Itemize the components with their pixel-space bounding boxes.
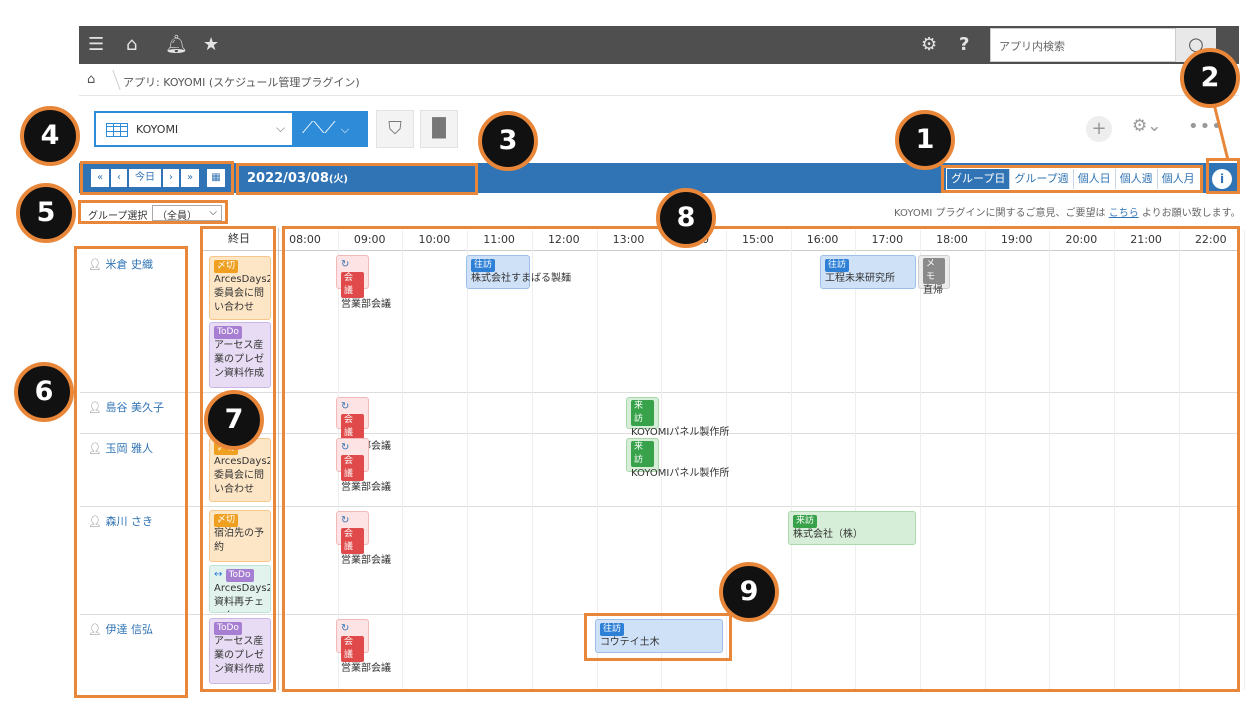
filter-icon[interactable]: ⛉ [376, 110, 414, 148]
search-input[interactable]: アプリ内検索 [990, 28, 1176, 62]
annotation-box-date [236, 163, 478, 195]
add-record-button[interactable]: + [1086, 116, 1112, 142]
view-name: KOYOMI [136, 123, 179, 136]
annotation-badge-6: 6 [14, 362, 74, 422]
settings-gear-icon[interactable]: ⚙⌄ [1132, 116, 1162, 142]
feedback-pre: KOYOMI プラグインに関するご意見、ご要望は [894, 208, 1109, 219]
bar-chart-icon[interactable]: ▐▌ [420, 110, 458, 148]
hour-gridline [1244, 230, 1245, 690]
annotation-badge-5: 5 [16, 183, 76, 243]
annotation-badge-4: 4 [20, 106, 80, 166]
annotation-badge-8: 8 [656, 188, 716, 248]
star-icon[interactable]: ★ [203, 34, 219, 56]
more-icon[interactable]: ••• [1188, 116, 1222, 142]
allday-divider [278, 228, 279, 690]
breadcrumb-separator [105, 70, 121, 90]
top-bar: ☰ ⌂ 🔔︎ ★ ⚙ ? アプリ内検索 ○ [79, 26, 1239, 64]
graph-view-button[interactable]: ⟋⟍⟋ ⌵ [294, 111, 368, 147]
menu-icon[interactable]: ☰ [88, 34, 104, 56]
feedback-post: よりお願い致します。 [1138, 208, 1241, 219]
annotation-box-group [78, 200, 228, 224]
table-icon [106, 123, 128, 137]
annotation-box-nav [80, 161, 234, 195]
line-graph-icon: ⟋⟍⟋ [302, 118, 336, 137]
gear-icon[interactable]: ⚙ [921, 34, 937, 56]
annotation-badge-7: 7 [204, 390, 264, 450]
annotation-badge-1: 1 [895, 110, 955, 170]
home-icon[interactable]: ⌂ [87, 72, 95, 87]
breadcrumb: ⌂ アプリ: KOYOMI (スケジュール管理プラグイン) [79, 66, 1239, 96]
annotation-box-event [584, 613, 732, 661]
view-selector[interactable]: KOYOMI ⌵ [94, 111, 294, 147]
annotation-box-allday [200, 226, 276, 692]
annotation-badge-2: 2 [1180, 48, 1240, 108]
chevron-down-icon: ⌵ [340, 123, 350, 136]
annotation-box-people [74, 246, 188, 698]
help-icon[interactable]: ? [959, 34, 969, 56]
annotation-badge-3: 3 [478, 111, 538, 171]
chevron-down-icon: ⌵ [276, 121, 286, 135]
annotation-box-modes [941, 165, 1203, 193]
annotation-box-timeline [282, 226, 1240, 692]
feedback-text: KOYOMI プラグインに関するご意見、ご要望は こちら よりお願い致します。 [894, 204, 1241, 219]
home-icon[interactable]: ⌂ [126, 34, 137, 56]
annotation-box-info [1206, 158, 1240, 194]
bell-icon[interactable]: 🔔︎ [165, 34, 188, 56]
app-title[interactable]: アプリ: KOYOMI (スケジュール管理プラグイン) [123, 74, 360, 90]
feedback-link[interactable]: こちら [1109, 208, 1139, 219]
annotation-badge-9: 9 [719, 562, 779, 622]
